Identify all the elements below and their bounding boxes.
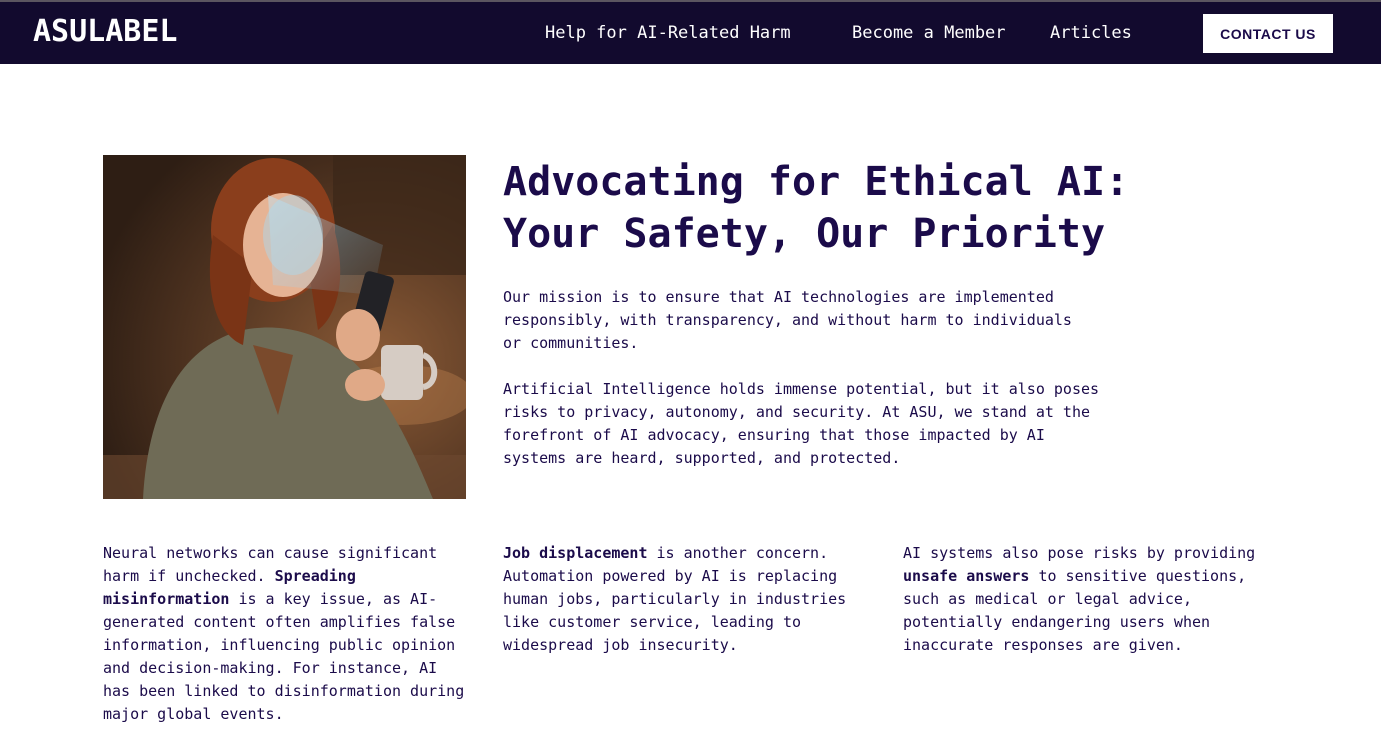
misinformation-column: Neural networks can cause significant ha… bbox=[103, 542, 473, 726]
mission-paragraph: Our mission is to ensure that AI technol… bbox=[503, 288, 1072, 352]
contact-us-button[interactable]: CONTACT US bbox=[1203, 14, 1333, 53]
nav-link-help-ai-harm[interactable]: Help for AI-Related Harm bbox=[545, 23, 791, 43]
nav-link-articles[interactable]: Articles bbox=[1050, 23, 1132, 43]
headline-line-2: Your Safety, Our Priority bbox=[503, 211, 1106, 257]
unsafe-answers-column: AI systems also pose risks by providing … bbox=[903, 542, 1273, 657]
woman-with-phone-photo-icon bbox=[103, 155, 466, 499]
ai-potential-paragraph: Artificial Intelligence holds immense po… bbox=[503, 380, 1100, 467]
column-emphasis: unsafe answers bbox=[903, 567, 1030, 585]
column-emphasis: Job displacement bbox=[503, 544, 648, 562]
hero-photo bbox=[103, 155, 466, 499]
top-navbar: ASULABEL Help for AI-Related Harm Become… bbox=[0, 0, 1381, 64]
site-logo[interactable]: ASULABEL bbox=[33, 14, 178, 49]
job-displacement-column: Job displacement is another concern. Aut… bbox=[503, 542, 873, 657]
column-text: Neural networks can cause significant ha… bbox=[103, 544, 438, 585]
headline-line-1: Advocating for Ethical AI: bbox=[503, 159, 1130, 205]
column-text: AI systems also pose risks by providing bbox=[903, 544, 1256, 562]
column-text: is a key issue, as AI- generated content… bbox=[103, 590, 465, 723]
page-headline: Advocating for Ethical AI: Your Safety, … bbox=[503, 156, 1203, 260]
nav-link-become-member[interactable]: Become a Member bbox=[852, 23, 1006, 43]
